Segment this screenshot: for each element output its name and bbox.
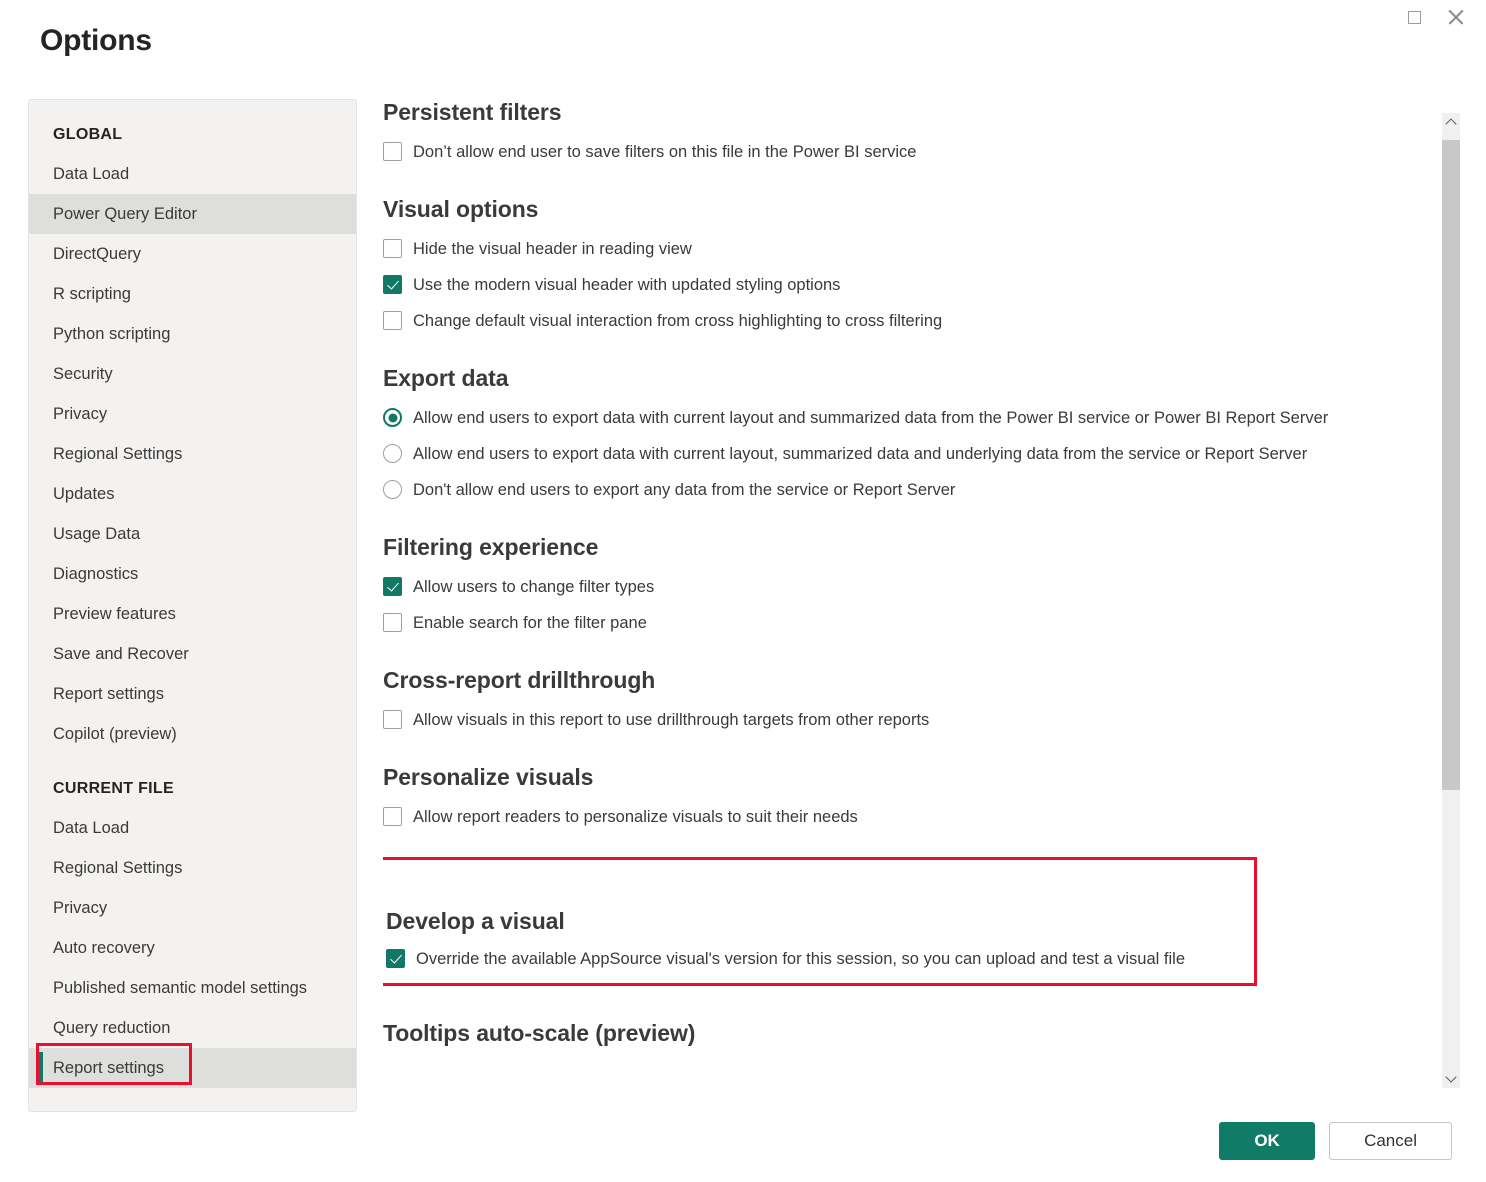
section-visual-options: Visual options Hide the visual header in …	[383, 196, 1443, 331]
sidebar-item-usage-data[interactable]: Usage Data	[29, 514, 356, 554]
checkbox[interactable]	[383, 807, 402, 826]
option-label: Enable search for the filter pane	[413, 613, 647, 633]
section-export-data: Export data Allow end users to export dat…	[383, 365, 1443, 500]
section-heading: Cross-report drillthrough	[383, 667, 1443, 694]
checkbox[interactable]	[383, 142, 402, 161]
ok-button[interactable]: OK	[1219, 1122, 1315, 1160]
option-label: Allow end users to export data with curr…	[413, 444, 1307, 464]
sidebar-item-published-semantic-model-settings[interactable]: Published semantic model settings	[29, 968, 356, 1008]
maximize-button[interactable]	[1396, 2, 1432, 32]
section-tooltips-auto-scale-preview: Tooltips auto-scale (preview)	[383, 1020, 1443, 1047]
options-content-panel: Persistent filters Don’t allow end user t…	[383, 99, 1443, 1099]
square-icon	[1408, 11, 1421, 24]
window-controls	[1396, 0, 1486, 34]
scrollbar-thumb[interactable]	[1442, 140, 1460, 790]
checkbox[interactable]	[383, 577, 402, 596]
close-icon	[1448, 9, 1464, 25]
checkbox-row[interactable]: Don’t allow end user to save filters on …	[383, 142, 1443, 162]
section-cross-report-drillthrough: Cross-report drillthrough Allow visuals i…	[383, 667, 1443, 730]
radio-row[interactable]: Allow end users to export data with curr…	[383, 444, 1443, 464]
sidebar-item-preview-features[interactable]: Preview features	[29, 594, 356, 634]
option-label: Allow users to change filter types	[413, 577, 654, 597]
sidebar-item-data-load[interactable]: Data Load	[29, 154, 356, 194]
close-button[interactable]	[1438, 2, 1474, 32]
sidebar-item-query-reduction[interactable]: Query reduction	[29, 1008, 356, 1048]
radio-button[interactable]	[383, 480, 402, 499]
sidebar-item-r-scripting[interactable]: R scripting	[29, 274, 356, 314]
section-heading: Export data	[383, 365, 1443, 392]
sidebar-item-regional-settings[interactable]: Regional Settings	[29, 848, 356, 888]
sidebar-item-privacy[interactable]: Privacy	[29, 888, 356, 928]
section-heading: Persistent filters	[383, 99, 1443, 126]
sidebar-item-auto-recovery[interactable]: Auto recovery	[29, 928, 356, 968]
sidebar-item-updates[interactable]: Updates	[29, 474, 356, 514]
section-heading: Visual options	[383, 196, 1443, 223]
chevron-up-icon[interactable]	[1442, 113, 1460, 131]
section-heading: Develop a visual	[386, 908, 1240, 935]
option-label: Override the available AppSource visual'…	[416, 949, 1185, 969]
option-label: Hide the visual header in reading view	[413, 239, 692, 259]
option-label: Allow visuals in this report to use dril…	[413, 710, 929, 730]
content-scrollbar[interactable]	[1442, 113, 1460, 1088]
option-label: Allow end users to export data with curr…	[413, 408, 1328, 428]
checkbox-row[interactable]: Enable search for the filter pane	[383, 613, 1443, 633]
sidebar-item-regional-settings[interactable]: Regional Settings	[29, 434, 356, 474]
checkbox[interactable]	[383, 239, 402, 258]
section-persistent-filters: Persistent filters Don’t allow end user t…	[383, 99, 1443, 162]
options-sidebar: GLOBALData LoadPower Query EditorDirectQ…	[28, 99, 357, 1112]
option-label: Use the modern visual header with update…	[413, 275, 840, 295]
radio-button[interactable]	[383, 408, 402, 427]
sidebar-item-data-load[interactable]: Data Load	[29, 808, 356, 848]
section-heading: Tooltips auto-scale (preview)	[383, 1020, 1443, 1047]
checkbox[interactable]	[386, 949, 405, 968]
section-heading: Personalize visuals	[383, 764, 1443, 791]
sidebar-group-header: CURRENT FILE	[29, 754, 356, 808]
radio-row[interactable]: Allow end users to export data with curr…	[383, 408, 1443, 428]
checkbox-row[interactable]: Change default visual interaction from c…	[383, 311, 1443, 331]
checkbox[interactable]	[383, 275, 402, 294]
checkbox[interactable]	[383, 710, 402, 729]
sidebar-item-report-settings[interactable]: Report settings	[29, 1048, 356, 1088]
checkbox-row[interactable]: Allow users to change filter types	[383, 577, 1443, 597]
sidebar-group-header: GLOBAL	[29, 118, 356, 154]
sidebar-item-directquery[interactable]: DirectQuery	[29, 234, 356, 274]
section-personalize-visuals: Personalize visuals Allow report readers …	[383, 764, 1443, 827]
checkbox[interactable]	[383, 613, 402, 632]
sidebar-item-diagnostics[interactable]: Diagnostics	[29, 554, 356, 594]
sidebar-item-power-query-editor[interactable]: Power Query Editor	[29, 194, 356, 234]
chevron-down-icon[interactable]	[1442, 1070, 1460, 1088]
checkbox-row[interactable]: Override the available AppSource visual'…	[386, 949, 1240, 969]
option-label: Change default visual interaction from c…	[413, 311, 942, 331]
radio-button[interactable]	[383, 444, 402, 463]
sidebar-item-security[interactable]: Security	[29, 354, 356, 394]
option-label: Don’t allow end user to save filters on …	[413, 142, 916, 162]
checkbox[interactable]	[383, 311, 402, 330]
cancel-button[interactable]: Cancel	[1329, 1122, 1452, 1160]
section-develop-a-visual: Develop a visual Override the available A…	[383, 857, 1257, 986]
option-label: Allow report readers to personalize visu…	[413, 807, 858, 827]
sidebar-item-privacy[interactable]: Privacy	[29, 394, 356, 434]
checkbox-row[interactable]: Use the modern visual header with update…	[383, 275, 1443, 295]
checkbox-row[interactable]: Allow report readers to personalize visu…	[383, 807, 1443, 827]
checkbox-row[interactable]: Hide the visual header in reading view	[383, 239, 1443, 259]
radio-row[interactable]: Don't allow end users to export any data…	[383, 480, 1443, 500]
section-filtering-experience: Filtering experience Allow users to chang…	[383, 534, 1443, 633]
sidebar-item-copilot-preview[interactable]: Copilot (preview)	[29, 714, 356, 754]
sidebar-item-save-and-recover[interactable]: Save and Recover	[29, 634, 356, 674]
checkbox-row[interactable]: Allow visuals in this report to use dril…	[383, 710, 1443, 730]
sidebar-item-report-settings[interactable]: Report settings	[29, 674, 356, 714]
dialog-footer: OK Cancel	[1219, 1122, 1452, 1160]
option-label: Don't allow end users to export any data…	[413, 480, 955, 500]
sidebar-item-python-scripting[interactable]: Python scripting	[29, 314, 356, 354]
page-title: Options	[40, 24, 152, 58]
section-heading: Filtering experience	[383, 534, 1443, 561]
